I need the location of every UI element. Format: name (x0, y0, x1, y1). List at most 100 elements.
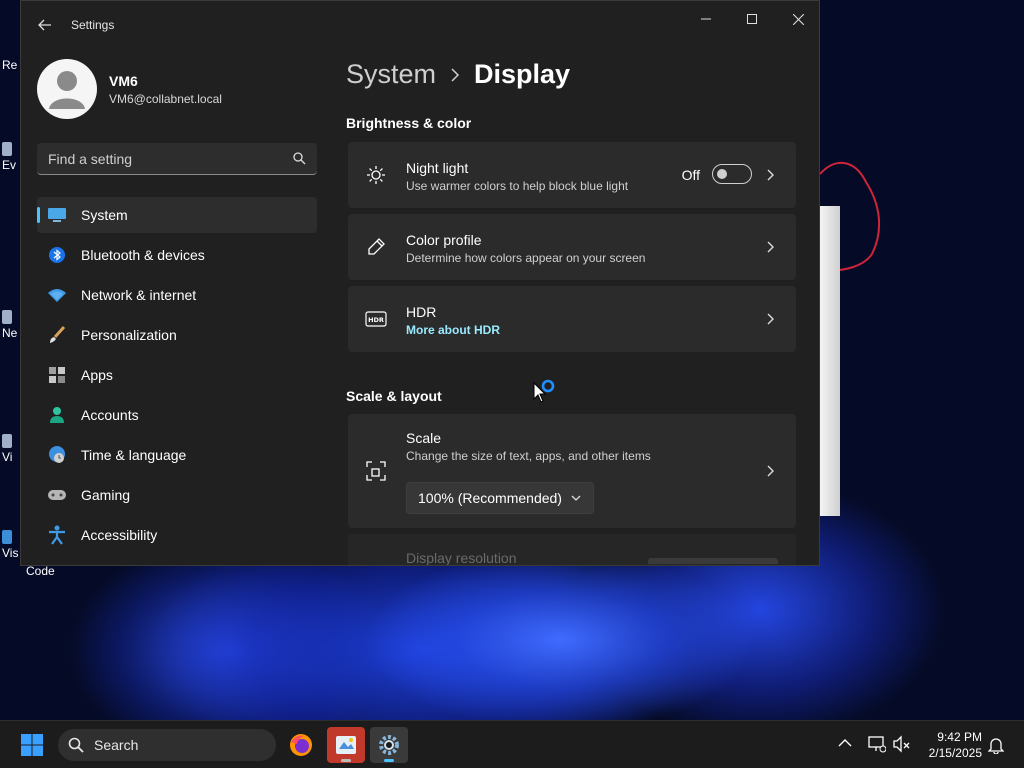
gear-icon (379, 735, 399, 755)
desktop-icon-vi[interactable]: Vi (2, 434, 12, 464)
settings-search[interactable] (37, 143, 317, 175)
globe-clock-icon (47, 445, 67, 465)
minimize-button[interactable] (683, 5, 729, 33)
avatar[interactable] (37, 59, 97, 119)
sidebar-item-network[interactable]: Network & internet (37, 277, 317, 313)
sidebar-item-time-language[interactable]: Time & language (37, 437, 317, 473)
person-icon (49, 71, 85, 109)
desktop-icon-label: Vis (2, 546, 19, 560)
hdr-icon: HDR (364, 307, 388, 331)
toggle-state-label: Off (681, 167, 700, 183)
sidebar-item-gaming[interactable]: Gaming (37, 477, 317, 513)
card-title: Night light (406, 160, 469, 176)
breadcrumb-parent[interactable]: System (346, 59, 436, 90)
firefox-icon (290, 734, 312, 756)
notification-bell-icon[interactable] (988, 736, 1004, 754)
desktop-icon-recycle[interactable]: Re (2, 58, 17, 72)
chevron-up-icon[interactable] (838, 738, 852, 748)
sidebar-item-accessibility[interactable]: Accessibility (37, 517, 317, 553)
sidebar-nav: System Bluetooth & devices Network & int… (37, 197, 317, 557)
bluetooth-icon (47, 245, 67, 265)
taskbar-settings[interactable] (370, 727, 408, 763)
taskbar-firefox[interactable] (282, 727, 320, 763)
start-button[interactable] (16, 731, 48, 759)
section-title-brightness: Brightness & color (346, 115, 472, 131)
back-button[interactable] (33, 13, 57, 37)
scale-dropdown-value: 100% (Recommended) (418, 490, 562, 506)
section-title-scale-layout: Scale & layout (346, 388, 442, 404)
clock-date: 2/15/2025 (928, 746, 982, 760)
night-light-card[interactable]: Night light Use warmer colors to help bl… (348, 142, 796, 208)
accessibility-icon (47, 525, 67, 545)
card-subtitle: Determine how colors appear on your scre… (406, 251, 646, 265)
sidebar-item-accounts[interactable]: Accounts (37, 397, 317, 433)
eyedropper-icon (364, 235, 388, 259)
svg-text:HDR: HDR (368, 316, 384, 324)
taskbar: Search 9:42 PM 2/15/2025 (0, 720, 1024, 768)
maximize-button[interactable] (729, 5, 775, 33)
taskbar-search[interactable]: Search (58, 729, 276, 761)
volume-muted-icon[interactable] (893, 735, 911, 753)
desktop-icon-edge[interactable]: Ev (2, 142, 16, 172)
monitor-icon (47, 205, 67, 225)
minimize-icon (701, 18, 711, 20)
network-wired-icon[interactable] (868, 735, 886, 753)
busy-cursor-icon (533, 379, 555, 403)
sidebar-item-label: Accounts (81, 407, 139, 423)
person-icon (47, 405, 67, 425)
paint-app-icon (336, 736, 356, 754)
breadcrumb: System Display (346, 59, 570, 90)
taskbar-app-editor[interactable] (327, 727, 365, 763)
brightness-icon (364, 163, 388, 187)
sidebar-item-system[interactable]: System (37, 197, 317, 233)
hdr-card[interactable]: HDR HDR More about HDR (348, 286, 796, 352)
card-title: Scale (406, 430, 442, 446)
search-icon[interactable] (293, 152, 306, 165)
running-indicator (341, 759, 351, 762)
wifi-icon (47, 285, 67, 305)
user-profile[interactable]: VM6 VM6@collabnet.local (37, 59, 222, 119)
more-about-hdr-link[interactable]: More about HDR (406, 323, 500, 337)
close-button[interactable] (775, 5, 819, 33)
sidebar-item-label: Accessibility (81, 527, 158, 543)
gamepad-icon (47, 485, 67, 505)
sidebar-item-bluetooth[interactable]: Bluetooth & devices (37, 237, 317, 273)
desktop-icon-network[interactable]: Ne (2, 310, 17, 340)
taskbar-search-label: Search (94, 737, 139, 753)
desktop-icon-label: Ev (2, 158, 17, 172)
taskbar-clock[interactable]: 9:42 PM 2/15/2025 (918, 729, 982, 761)
sidebar-item-label: System (81, 207, 128, 223)
sidebar-item-personalization[interactable]: Personalization (37, 317, 317, 353)
settings-window: Settings VM6 VM6@collabnet.local Sys (20, 0, 820, 566)
sidebar-item-label: Time & language (81, 447, 187, 463)
chevron-right-icon (764, 168, 778, 182)
desktop-icon-label: Vi (2, 450, 13, 464)
color-profile-card[interactable]: Color profile Determine how colors appea… (348, 214, 796, 280)
clock-time: 9:42 PM (937, 730, 982, 744)
profile-name: VM6 (109, 72, 138, 89)
scale-icon (364, 459, 388, 483)
vscode-icon (2, 530, 12, 544)
card-title: HDR (406, 304, 437, 320)
chevron-right-icon (764, 464, 778, 478)
chevron-right-icon (451, 67, 460, 82)
back-arrow-icon (38, 19, 51, 31)
card-subtitle: Change the size of text, apps, and other… (406, 449, 651, 463)
close-icon (792, 13, 804, 25)
desktop-icon-vscode[interactable]: Vis (2, 530, 18, 560)
sidebar-item-label: Gaming (81, 487, 131, 503)
chevron-right-icon (764, 240, 778, 254)
title-bar[interactable]: Settings (21, 1, 819, 49)
search-input[interactable] (37, 143, 277, 174)
scale-card[interactable]: Scale Change the size of text, apps, and… (348, 414, 796, 528)
card-title: Color profile (406, 232, 482, 248)
display-resolution-card[interactable]: Display resolution (348, 534, 796, 565)
resolution-dropdown[interactable] (648, 558, 778, 564)
chevron-down-icon (571, 495, 581, 501)
card-subtitle: Use warmer colors to help block blue lig… (406, 179, 629, 193)
scale-dropdown[interactable]: 100% (Recommended) (406, 482, 594, 514)
night-light-toggle[interactable] (712, 164, 752, 184)
desktop-icon-label: Re (2, 58, 18, 72)
sidebar-item-apps[interactable]: Apps (37, 357, 317, 393)
active-indicator (384, 759, 394, 762)
